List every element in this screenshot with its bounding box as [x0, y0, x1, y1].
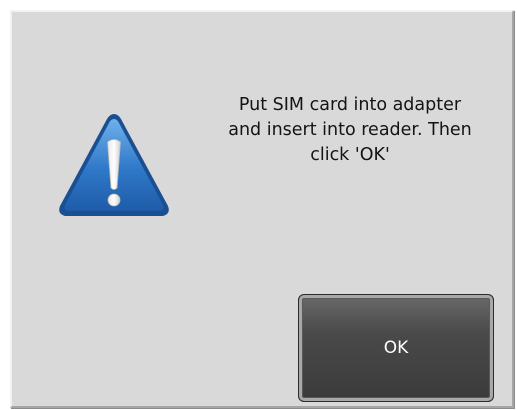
alert-dialog: Put SIM card into adapter and insert int…	[10, 10, 514, 408]
warning-triangle-icon	[56, 110, 172, 220]
dialog-message: Put SIM card into adapter and insert int…	[228, 95, 472, 165]
ok-button[interactable]: OK	[298, 294, 494, 402]
